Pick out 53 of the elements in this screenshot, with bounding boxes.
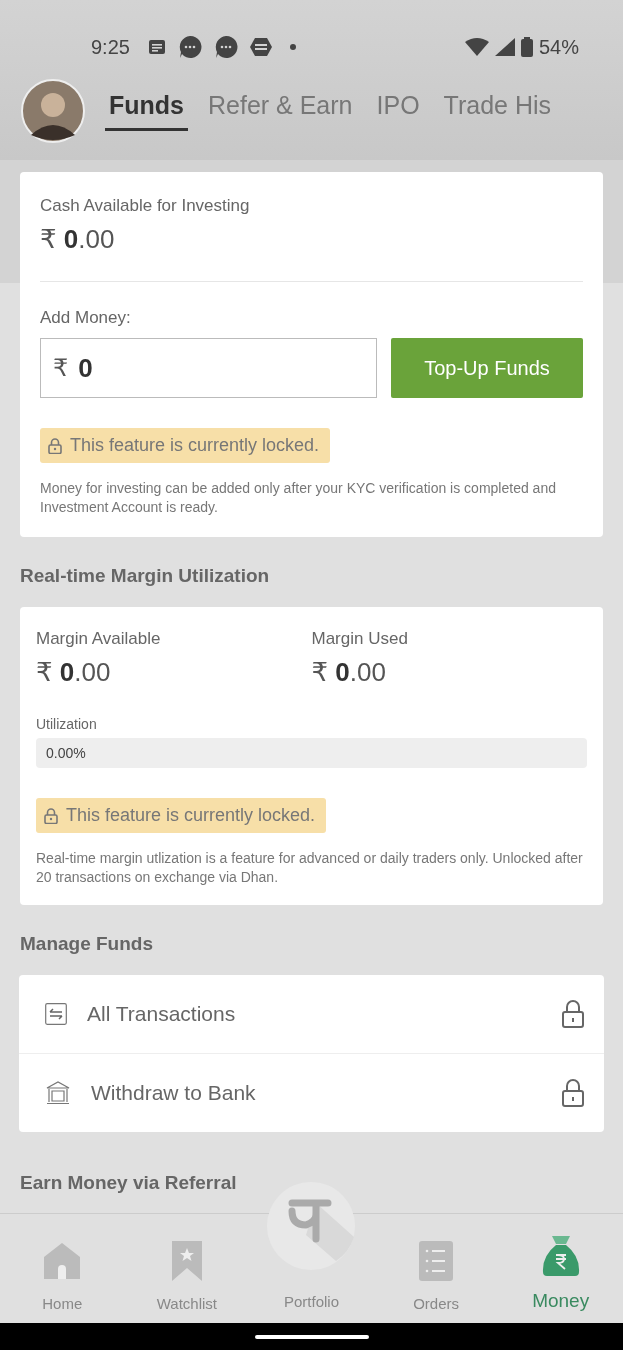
section-heading: Real-time Margin Utilization bbox=[20, 565, 271, 587]
note-icon bbox=[147, 39, 166, 55]
more-dot-icon bbox=[289, 44, 296, 50]
avatar-icon[interactable] bbox=[21, 79, 85, 143]
hexagon-icon bbox=[249, 37, 272, 57]
tab[interactable]: Refer & Earn bbox=[204, 91, 357, 131]
utilization-reading: 0.00% bbox=[45, 745, 86, 761]
locked-text: This feature is currently locked. bbox=[70, 435, 320, 456]
currency-symbol: ₹ bbox=[53, 354, 69, 382]
nav-item[interactable]: Watchlist bbox=[124, 1214, 250, 1324]
tab[interactable]: IPO bbox=[372, 91, 424, 131]
utilization-label: Utilization bbox=[36, 716, 98, 732]
list-item[interactable]: All Transactions bbox=[19, 975, 604, 1054]
battery-percent: 54% bbox=[538, 35, 579, 59]
item-label: Withdraw to Bank bbox=[91, 1081, 257, 1105]
tab[interactable]: Funds bbox=[105, 91, 188, 131]
home-icon bbox=[42, 1241, 83, 1281]
item-label: All Transactions bbox=[87, 1002, 237, 1026]
amount-field[interactable]: ₹ 0 bbox=[40, 338, 377, 398]
wifi-icon bbox=[464, 38, 489, 56]
lock-icon bbox=[48, 437, 62, 454]
margin-label: Margin Used bbox=[311, 629, 409, 649]
list-icon bbox=[419, 1241, 454, 1281]
margin-note: Real-time margin utlization is a feature for advanced or daily traders only. Unlocked after 20 transactions on exchange via Dhan. bbox=[36, 849, 584, 887]
margin-amount: ₹ 0.00 bbox=[36, 657, 112, 688]
list-item[interactable]: Withdraw to Bank bbox=[19, 1054, 604, 1132]
margin-label: Margin Available bbox=[36, 629, 162, 649]
nav-item[interactable]: Portfolio bbox=[249, 1150, 374, 1324]
tab[interactable]: Trade His bbox=[439, 91, 556, 131]
add-money-label: Add Money: bbox=[40, 308, 132, 328]
chat-icon bbox=[177, 35, 202, 59]
section-heading: Manage Funds bbox=[20, 933, 154, 955]
margin-amount: ₹ 0.00 bbox=[311, 657, 387, 688]
nav-item[interactable]: Money bbox=[498, 1214, 623, 1324]
top-up-button[interactable]: Top-Up Funds bbox=[391, 338, 583, 398]
chat-icon bbox=[213, 35, 238, 59]
money-bag-icon bbox=[541, 1236, 580, 1276]
locked-text: This feature is currently locked. bbox=[66, 805, 316, 826]
lock-icon bbox=[44, 807, 58, 824]
nav-item[interactable]: Orders bbox=[373, 1214, 499, 1324]
bookmark-icon bbox=[171, 1241, 202, 1281]
cash-label: Cash Available for Investing bbox=[40, 196, 251, 216]
battery-icon bbox=[520, 37, 533, 57]
nav-item[interactable]: Home bbox=[0, 1214, 125, 1324]
status-time: 9:25 bbox=[91, 35, 130, 59]
signal-icon bbox=[494, 38, 515, 56]
amount-input-field[interactable]: 0 bbox=[76, 351, 364, 385]
section-heading: Earn Money via Referral bbox=[20, 1172, 238, 1194]
transfer-icon bbox=[45, 1003, 67, 1025]
bank-icon bbox=[45, 1080, 71, 1106]
cash-amount: ₹ 0.00 bbox=[40, 224, 116, 255]
gesture-handle[interactable] bbox=[254, 1335, 369, 1339]
kyc-note: Money for investing can be added only after your KYC verification is completed and Investment Account is ready. bbox=[40, 479, 557, 517]
